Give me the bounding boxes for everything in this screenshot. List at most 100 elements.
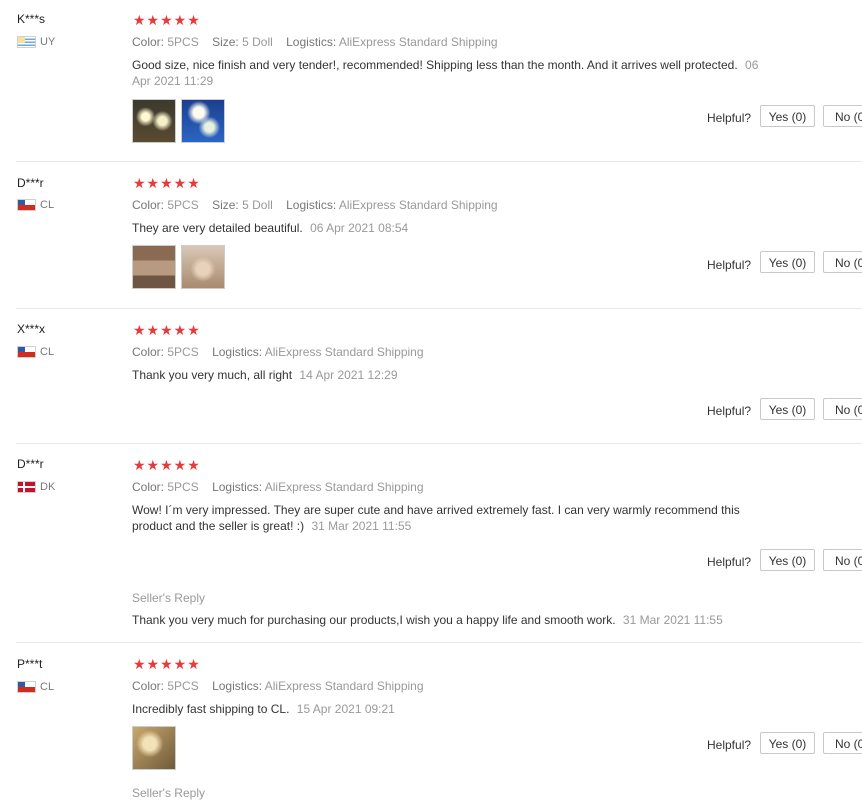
review-attributes: Color: 5PCS Logistics: AliExpress Standa… [132,345,424,359]
review-text: They are very detailed beautiful. 06 Apr… [132,220,762,236]
review-item: P***t CL ★★★★★ Color: 5PCS Logistics: Al… [0,643,862,800]
review-item: X***x CL ★★★★★ Color: 5PCS Logistics: Al… [0,309,862,444]
review-attributes: Color: 5PCS Logistics: AliExpress Standa… [132,679,424,693]
helpful-label: Helpful? [707,404,752,418]
helpful-yes-button[interactable]: Yes (0) [760,105,815,127]
reviewer-country: DK [17,481,55,493]
reviewer-name: D***r [17,457,44,471]
reviewer-name: K***s [17,12,46,26]
reviewer-country: CL [17,346,54,358]
review-date: 14 Apr 2021 12:29 [299,368,398,382]
helpful-no-button[interactable]: No (0) [823,105,862,127]
logistics-value: AliExpress Standard Shipping [264,480,424,494]
review-item: D***r DK ★★★★★ Color: 5PCS Logistics: Al… [0,444,862,643]
country-code: CL [40,681,55,693]
seller-reply-date: 31 Mar 2021 11:55 [622,613,723,627]
seller-reply-label: Seller's Reply [132,786,205,800]
country-code: DK [40,481,56,493]
seller-reply: Thank you very much for purchasing our p… [132,613,723,627]
size-value: 5 Doll [242,35,273,49]
logistics-label: Logistics: [212,345,263,359]
country-code: CL [40,346,55,358]
logistics-label: Logistics: [212,679,263,693]
helpful-no-button[interactable]: No (0) [823,732,862,754]
helpful-label: Helpful? [707,111,752,125]
logistics-label: Logistics: [286,198,337,212]
review-attributes: Color: 5PCS Size: 5 Doll Logistics: AliE… [132,35,498,49]
reviewer-name: X***x [17,322,46,336]
review-photos [132,245,225,289]
logistics-label: Logistics: [286,35,337,49]
seller-reply-label: Seller's Reply [132,591,205,605]
review-body: Incredibly fast shipping to CL. [132,702,290,716]
dk-flag-icon [17,481,36,493]
review-body: Good size, nice finish and very tender!,… [132,58,738,72]
review-photos [132,726,176,770]
helpful-yes-button[interactable]: Yes (0) [760,251,815,273]
seller-reply-text: Thank you very much for purchasing our p… [132,613,616,627]
review-text: Incredibly fast shipping to CL. 15 Apr 2… [132,701,762,717]
star-rating: ★★★★★ [133,656,201,672]
reviewer-name: D***r [17,176,44,190]
review-photo-thumbnail[interactable] [181,99,225,143]
reviewer-country: UY [17,36,55,48]
cl-flag-icon [17,346,36,358]
reviewer-name: P***t [17,657,43,671]
uy-flag-icon [17,36,36,48]
reviewer-country: CL [17,681,54,693]
cl-flag-icon [17,199,36,211]
helpful-yes-button[interactable]: Yes (0) [760,398,815,420]
review-item: K***s UY ★★★★★ Color: 5PCS Size: 5 Doll … [0,0,862,162]
size-label: Size: [212,35,239,49]
size-value: 5 Doll [242,198,273,212]
review-body: Thank you very much, all right [132,368,293,382]
helpful-yes-button[interactable]: Yes (0) [760,732,815,754]
color-value: 5PCS [167,345,199,359]
review-date: 31 Mar 2021 11:55 [311,519,412,533]
logistics-value: AliExpress Standard Shipping [338,198,498,212]
color-label: Color: [132,35,165,49]
review-text: Wow! I´m very impressed. They are super … [132,502,762,534]
review-photo-thumbnail[interactable] [132,245,176,289]
helpful-label: Helpful? [707,555,752,569]
color-value: 5PCS [167,679,199,693]
review-photo-thumbnail[interactable] [132,726,176,770]
star-rating: ★★★★★ [133,12,201,28]
review-body: Wow! I´m very impressed. They are super … [132,503,740,533]
size-label: Size: [212,198,239,212]
review-date: 06 Apr 2021 08:54 [310,221,409,235]
review-text: Thank you very much, all right 14 Apr 20… [132,367,762,383]
color-value: 5PCS [167,480,199,494]
review-date: 15 Apr 2021 09:21 [296,702,395,716]
review-item: D***r CL ★★★★★ Color: 5PCS Size: 5 Doll … [0,162,862,309]
logistics-value: AliExpress Standard Shipping [338,35,498,49]
review-body: They are very detailed beautiful. [132,221,303,235]
helpful-label: Helpful? [707,738,752,752]
helpful-label: Helpful? [707,258,752,272]
color-label: Color: [132,480,165,494]
star-rating: ★★★★★ [133,457,201,473]
review-attributes: Color: 5PCS Size: 5 Doll Logistics: AliE… [132,198,498,212]
color-label: Color: [132,679,165,693]
helpful-yes-button[interactable]: Yes (0) [760,549,815,571]
review-photos [132,99,225,143]
color-value: 5PCS [167,35,199,49]
helpful-no-button[interactable]: No (0) [823,398,862,420]
star-rating: ★★★★★ [133,175,201,191]
color-label: Color: [132,345,165,359]
review-photo-thumbnail[interactable] [181,245,225,289]
reviewer-country: CL [17,199,54,211]
country-code: CL [40,199,55,211]
review-photo-thumbnail[interactable] [132,99,176,143]
logistics-label: Logistics: [212,480,263,494]
helpful-no-button[interactable]: No (0) [823,549,862,571]
color-value: 5PCS [167,198,199,212]
review-attributes: Color: 5PCS Logistics: AliExpress Standa… [132,480,424,494]
color-label: Color: [132,198,165,212]
cl-flag-icon [17,681,36,693]
country-code: UY [40,36,56,48]
logistics-value: AliExpress Standard Shipping [264,679,424,693]
review-text: Good size, nice finish and very tender!,… [132,57,762,89]
star-rating: ★★★★★ [133,322,201,338]
helpful-no-button[interactable]: No (0) [823,251,862,273]
